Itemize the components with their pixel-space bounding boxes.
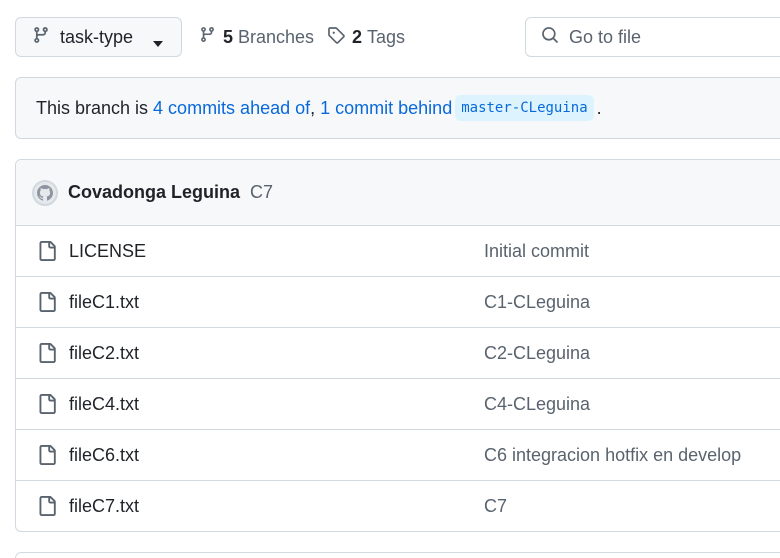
file-commit-message[interactable]: C1-CLeguina: [484, 292, 590, 313]
branch-status-prefix: This branch is: [36, 97, 154, 118]
commits-behind-link[interactable]: 1 commit behind: [320, 98, 452, 119]
go-to-file-search[interactable]: [525, 17, 780, 57]
search-icon: [541, 26, 559, 49]
github-mark-icon[interactable]: [32, 179, 58, 206]
file-commit-message[interactable]: Initial commit: [484, 241, 589, 262]
branch-status-suffix: .: [596, 97, 602, 118]
file-row[interactable]: fileC6.txt C6 integracion hotfix en deve…: [16, 430, 780, 481]
go-to-file-input[interactable]: [569, 26, 769, 48]
file-name[interactable]: fileC7.txt: [69, 496, 139, 517]
file-name[interactable]: LICENSE: [69, 241, 146, 262]
file-row[interactable]: fileC4.txt C4-CLeguina: [16, 379, 780, 430]
branch-status-banner: This branch is 4 commits ahead of , 1 co…: [15, 77, 780, 139]
commit-message[interactable]: C7: [250, 182, 273, 203]
file-commit-message[interactable]: C2-CLeguina: [484, 343, 590, 364]
file-commit-message[interactable]: C6 integracion hotfix en develop: [484, 445, 741, 466]
base-branch-badge[interactable]: master-CLeguina: [455, 95, 594, 121]
file-icon: [37, 291, 57, 318]
branches-link[interactable]: 5 Branches: [199, 17, 314, 57]
file-row[interactable]: fileC1.txt C1-CLeguina: [16, 277, 780, 328]
file-name[interactable]: fileC4.txt: [69, 394, 139, 415]
branches-count: 5: [223, 26, 234, 47]
file-name[interactable]: fileC1.txt: [69, 292, 139, 313]
file-list: Covadonga Leguina C7 LICENSE Initial com…: [15, 159, 780, 532]
file-name[interactable]: fileC2.txt: [69, 343, 139, 364]
git-branch-icon: [32, 26, 50, 49]
triangle-down-icon: [153, 34, 163, 52]
tags-label: Tags: [367, 26, 406, 47]
tags-count: 2: [352, 26, 363, 47]
branch-select-button[interactable]: task-type: [15, 17, 182, 57]
file-icon: [37, 495, 57, 522]
git-branch-icon: [199, 26, 223, 48]
file-commit-message[interactable]: C7: [484, 496, 507, 517]
branches-label: Branches: [238, 26, 315, 47]
tag-icon: [327, 26, 352, 49]
readme-panel: [15, 552, 780, 558]
file-row[interactable]: fileC2.txt C2-CLeguina: [16, 328, 780, 379]
file-icon: [37, 444, 57, 471]
file-name[interactable]: fileC6.txt: [69, 445, 139, 466]
file-row[interactable]: LICENSE Initial commit: [16, 226, 780, 277]
branch-status-separator: ,: [310, 97, 321, 118]
file-icon: [37, 240, 57, 267]
tags-link[interactable]: 2 Tags: [327, 17, 405, 57]
file-icon: [37, 342, 57, 369]
latest-commit-bar: Covadonga Leguina C7: [16, 160, 780, 226]
commits-ahead-link[interactable]: 4 commits ahead of: [153, 98, 310, 119]
file-icon: [37, 393, 57, 420]
file-commit-message[interactable]: C4-CLeguina: [484, 394, 590, 415]
commit-author[interactable]: Covadonga Leguina: [68, 182, 240, 203]
branch-name: task-type: [60, 26, 134, 47]
file-row[interactable]: fileC7.txt C7: [16, 481, 780, 531]
